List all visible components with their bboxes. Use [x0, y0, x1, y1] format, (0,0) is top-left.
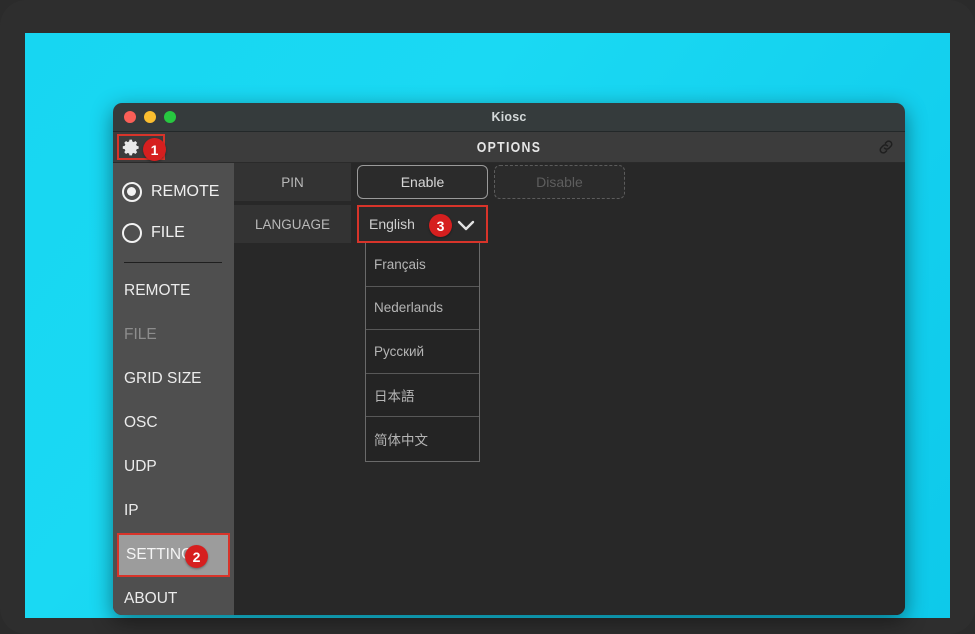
sidebar-divider [124, 262, 222, 263]
sidebar-item-label: IP [124, 502, 139, 520]
setting-row-pin: PIN Enable Disable [234, 163, 905, 201]
radio-option-remote[interactable]: REMOTE [113, 171, 234, 212]
language-option-chinese[interactable]: 简体中文 [366, 417, 479, 461]
sidebar-item-grid-size[interactable]: GRID SIZE [113, 357, 234, 401]
app-body: REMOTE FILE REMOTE FILE GRID SIZE [113, 163, 905, 615]
sidebar-item-remote[interactable]: REMOTE [113, 269, 234, 313]
radio-label-file: FILE [151, 224, 185, 242]
sidebar-item-label: REMOTE [124, 282, 190, 300]
sidebar-item-label: ABOUT [124, 590, 177, 608]
sidebar-item-label: GRID SIZE [124, 370, 202, 388]
language-option-nederlands[interactable]: Nederlands [366, 287, 479, 331]
window-titlebar: Kiosc [113, 103, 905, 132]
sidebar-item-about[interactable]: ABOUT [113, 577, 234, 615]
radio-icon-file [122, 223, 142, 243]
sidebar-item-ip[interactable]: IP [113, 489, 234, 533]
setting-label-pin: PIN [234, 163, 351, 201]
options-header-bar: 1 OPTIONS [113, 132, 905, 163]
sidebar: REMOTE FILE REMOTE FILE GRID SIZE [113, 163, 234, 615]
language-dropdown-list: Français Nederlands Русский 日本語 简体中文 [365, 243, 480, 462]
minimize-button[interactable] [144, 111, 156, 123]
device-frame: Kiosc 1 OPTIONS [0, 0, 975, 634]
step-badge-1: 1 [143, 138, 166, 161]
options-title: OPTIONS [184, 139, 833, 156]
language-option-francais[interactable]: Français [366, 243, 479, 287]
step-badge-2: 2 [185, 545, 208, 568]
enable-button[interactable]: Enable [357, 165, 488, 199]
zoom-button[interactable] [164, 111, 176, 123]
radio-icon-remote [122, 182, 142, 202]
language-dropdown-trigger[interactable]: English 3 [357, 205, 488, 243]
window-controls [113, 111, 176, 123]
gear-icon [122, 138, 141, 157]
sidebar-item-osc[interactable]: OSC [113, 401, 234, 445]
kiosc-app-window: Kiosc 1 OPTIONS [113, 103, 905, 615]
close-button[interactable] [124, 111, 136, 123]
link-icon[interactable] [877, 138, 895, 156]
language-dropdown: English 3 Français Nederland [357, 205, 488, 243]
sidebar-item-udp[interactable]: UDP [113, 445, 234, 489]
sidebar-item-label: OSC [124, 414, 158, 432]
sidebar-item-file[interactable]: FILE [113, 313, 234, 357]
desktop-background: Kiosc 1 OPTIONS [25, 33, 950, 618]
radio-option-file[interactable]: FILE [113, 212, 234, 253]
language-option-russian[interactable]: Русский [366, 330, 479, 374]
settings-gear-button[interactable]: 1 [117, 134, 165, 160]
radio-label-remote: REMOTE [151, 183, 219, 201]
step-badge-3: 3 [429, 214, 452, 237]
language-option-japanese[interactable]: 日本語 [366, 374, 479, 418]
language-selected-value: English [369, 216, 415, 232]
sidebar-item-label: UDP [124, 458, 157, 476]
chevron-down-icon [456, 217, 476, 238]
window-title: Kiosc [113, 110, 905, 124]
sidebar-item-label: FILE [124, 326, 157, 344]
disable-button[interactable]: Disable [494, 165, 625, 199]
setting-label-language: LANGUAGE [234, 205, 351, 243]
sidebar-item-settings[interactable]: SETTINGS 2 [117, 533, 230, 577]
settings-content: PIN Enable Disable LANGUAGE English 3 [234, 163, 905, 615]
setting-row-language: LANGUAGE English 3 [234, 205, 905, 243]
